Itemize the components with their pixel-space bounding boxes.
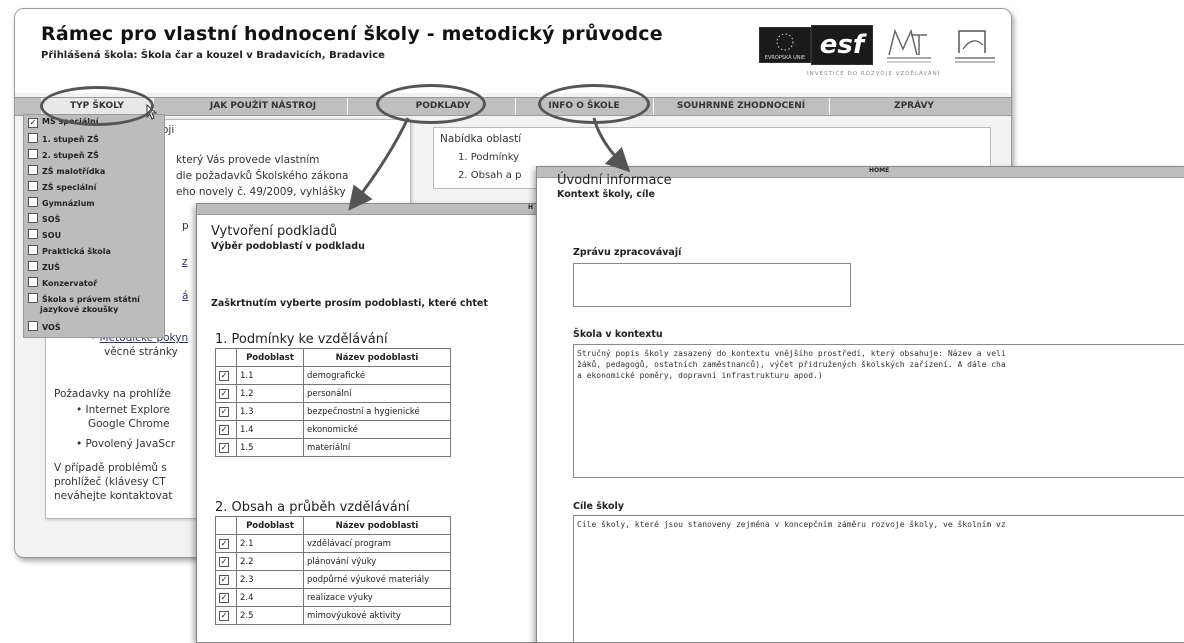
arrow-to-podklady: [348, 117, 410, 211]
annotation-arrows: [348, 117, 631, 211]
arrow-to-uvodni: [592, 117, 631, 173]
